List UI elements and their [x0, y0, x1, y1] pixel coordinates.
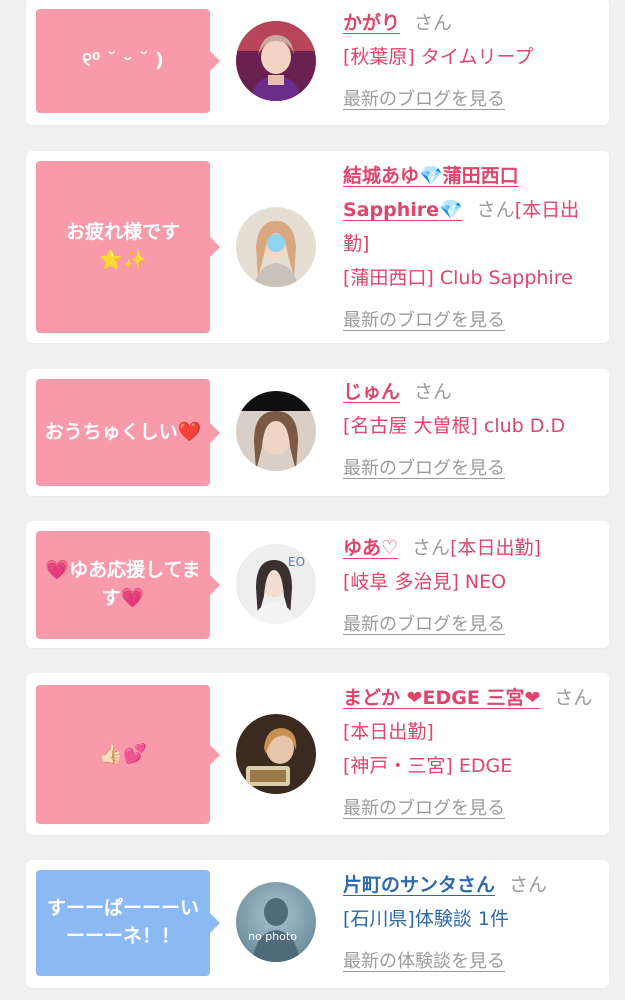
no-photo-label: no photo [248, 930, 297, 943]
honorific: さん [412, 537, 451, 559]
card-info: 結城あゆ💎蒲田西口Sapphire💎 さん[本日出勤] [蒲田西口] Club S… [343, 159, 603, 338]
message-bubble: おうちゅくしい❤️ [36, 379, 220, 486]
shop-name[interactable]: [名古屋 大曽根] club D.D [343, 409, 603, 443]
message-text: おうちゅくしい❤️ [44, 420, 202, 443]
message-text: お疲れ様です ⭐✨ [65, 221, 180, 271]
review-count[interactable]: [石川県]体験談 1件 [343, 902, 603, 936]
review-link[interactable]: 最新の体験談を見る [343, 951, 505, 972]
avatar[interactable] [236, 391, 316, 471]
profile-photo-icon [236, 391, 316, 471]
svg-text:EO: EO [288, 555, 305, 569]
profile-photo-icon [236, 207, 316, 287]
message-bubble: お疲れ様です ⭐✨ [36, 161, 220, 333]
user-name-link[interactable]: ゆあ♡ [343, 537, 398, 559]
attendance-tag: [本日出勤] [450, 537, 541, 559]
avatar[interactable] [236, 207, 316, 287]
user-name-link[interactable]: まどか ❤EDGE 三宮❤ [343, 687, 540, 709]
message-card: 💗ゆあ応援してます💗 EO ゆあ♡ さん[本日出勤] [岐阜 多治見] NEO 最… [26, 521, 609, 648]
blog-link[interactable]: 最新のブログを見る [343, 89, 505, 110]
user-name-link[interactable]: 片町のサンタさん [343, 874, 495, 896]
card-info: じゅん さん [名古屋 大曽根] club D.D 最新のブログを見る [343, 375, 603, 486]
message-text: 👍🏻💕 [99, 742, 147, 765]
message-bubble: すーーぱーーーいーーーネ！！ [36, 870, 220, 976]
honorific: さん [414, 381, 453, 403]
card-info: まどか ❤EDGE 三宮❤ さん [本日出勤] [神戸・三宮] EDGE 最新のブロ… [343, 681, 603, 826]
shop-name[interactable]: [神戸・三宮] EDGE [343, 749, 603, 783]
blog-link[interactable]: 最新のブログを見る [343, 458, 505, 479]
message-card: 👍🏻💕 まどか ❤EDGE 三宮❤ さん [本日出勤] [神戸・三宮] EDGE 最… [26, 673, 609, 835]
honorific: さん [554, 687, 593, 709]
avatar[interactable]: no photo [236, 882, 316, 962]
message-text: ୧⁰ ˘ ᵕ ˘ ) [82, 49, 164, 72]
blog-link[interactable]: 最新のブログを見る [343, 614, 505, 635]
shop-name[interactable]: [岐阜 多治見] NEO [343, 565, 603, 599]
profile-photo-icon [236, 21, 316, 101]
attendance-tag: [本日出勤] [343, 721, 434, 743]
message-card: ୧⁰ ˘ ᵕ ˘ ) かがり さん [秋葉原] タイムリープ 最新のブログを見る [26, 0, 609, 125]
user-name-link[interactable]: じゅん [343, 381, 400, 403]
message-text: すーーぱーーーいーーーネ！！ [46, 897, 199, 947]
message-text: 💗ゆあ応援してます💗 [45, 559, 201, 609]
honorific: さん [509, 874, 548, 896]
avatar[interactable] [236, 21, 316, 101]
message-card: すーーぱーーーいーーーネ！！ no photo 片町のサンタさん さん [石川県]… [26, 860, 609, 988]
avatar[interactable] [236, 714, 316, 794]
blog-link[interactable]: 最新のブログを見る [343, 310, 505, 331]
user-name-link[interactable]: かがり [343, 12, 400, 34]
shop-name[interactable]: [蒲田西口] Club Sapphire [343, 261, 603, 295]
profile-photo-icon [236, 714, 316, 794]
avatar[interactable]: EO [236, 544, 316, 624]
message-card: お疲れ様です ⭐✨ 結城あゆ💎蒲田西口Sapphire💎 さん[本日出勤] [蒲田… [26, 151, 609, 343]
card-info: ゆあ♡ さん[本日出勤] [岐阜 多治見] NEO 最新のブログを見る [343, 531, 603, 642]
honorific: さん [414, 12, 453, 34]
message-bubble: 👍🏻💕 [36, 685, 220, 824]
message-bubble: 💗ゆあ応援してます💗 [36, 531, 220, 639]
message-bubble: ୧⁰ ˘ ᵕ ˘ ) [36, 9, 220, 113]
honorific: さん [476, 199, 515, 221]
profile-photo-icon: EO [236, 544, 316, 624]
card-info: かがり さん [秋葉原] タイムリープ 最新のブログを見る [343, 6, 603, 117]
card-info: 片町のサンタさん さん [石川県]体験談 1件 最新の体験談を見る [343, 868, 603, 979]
no-photo-icon [236, 882, 316, 962]
message-card: おうちゅくしい❤️ じゅん さん [名古屋 大曽根] club D.D 最新のブロ… [26, 369, 609, 496]
shop-name[interactable]: [秋葉原] タイムリープ [343, 40, 603, 74]
blog-link[interactable]: 最新のブログを見る [343, 798, 505, 819]
